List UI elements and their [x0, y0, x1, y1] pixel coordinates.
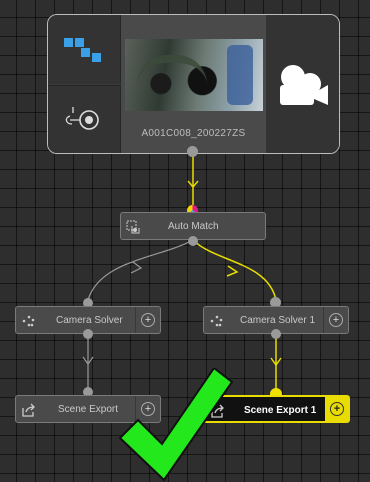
media-node-track-button[interactable] [48, 85, 121, 153]
media-input-node[interactable]: A001C008_200227ZS [47, 14, 340, 154]
camera-solver-1-label: Camera Solver 1 [240, 315, 316, 326]
wire-automatch-to-solver-left [87, 239, 194, 301]
solver-points-icon [22, 315, 35, 327]
match-icon [126, 220, 140, 234]
camera-solver-label: Camera Solver [56, 315, 123, 326]
add-node-button[interactable]: + [323, 307, 348, 333]
media-thumbnail-area[interactable]: A001C008_200227ZS [121, 15, 266, 153]
movie-camera-icon [280, 65, 328, 105]
blocks-icon [64, 38, 101, 62]
wire-arrow [226, 265, 239, 277]
checkmark-icon [118, 368, 234, 482]
plus-icon: + [329, 313, 343, 327]
scene-export-1-label: Scene Export 1 [244, 405, 317, 416]
automatch-output-port[interactable] [188, 236, 198, 246]
camera-track-icon [65, 107, 99, 130]
clip-name: A001C008_200227ZS [141, 128, 246, 139]
export-icon [22, 403, 35, 417]
auto-match-label: Auto Match [168, 221, 219, 232]
wire-arrow [130, 261, 143, 274]
solver-points-icon [210, 315, 223, 327]
solver-right-output-port[interactable] [271, 329, 281, 339]
media-output-port[interactable] [187, 146, 198, 157]
node-graph-canvas[interactable]: A001C008_200227ZS Auto Match Camera Solv… [0, 0, 370, 482]
clip-thumbnail [125, 39, 263, 111]
add-node-button[interactable]: + [325, 396, 349, 422]
plus-icon: + [141, 313, 155, 327]
media-node-camera-button[interactable] [266, 15, 339, 153]
add-node-button[interactable]: + [135, 307, 160, 333]
plus-icon: + [330, 402, 344, 416]
media-node-blocks-button[interactable] [48, 15, 121, 84]
solver-left-output-port[interactable] [83, 329, 93, 339]
scene-export-label: Scene Export [58, 404, 119, 415]
